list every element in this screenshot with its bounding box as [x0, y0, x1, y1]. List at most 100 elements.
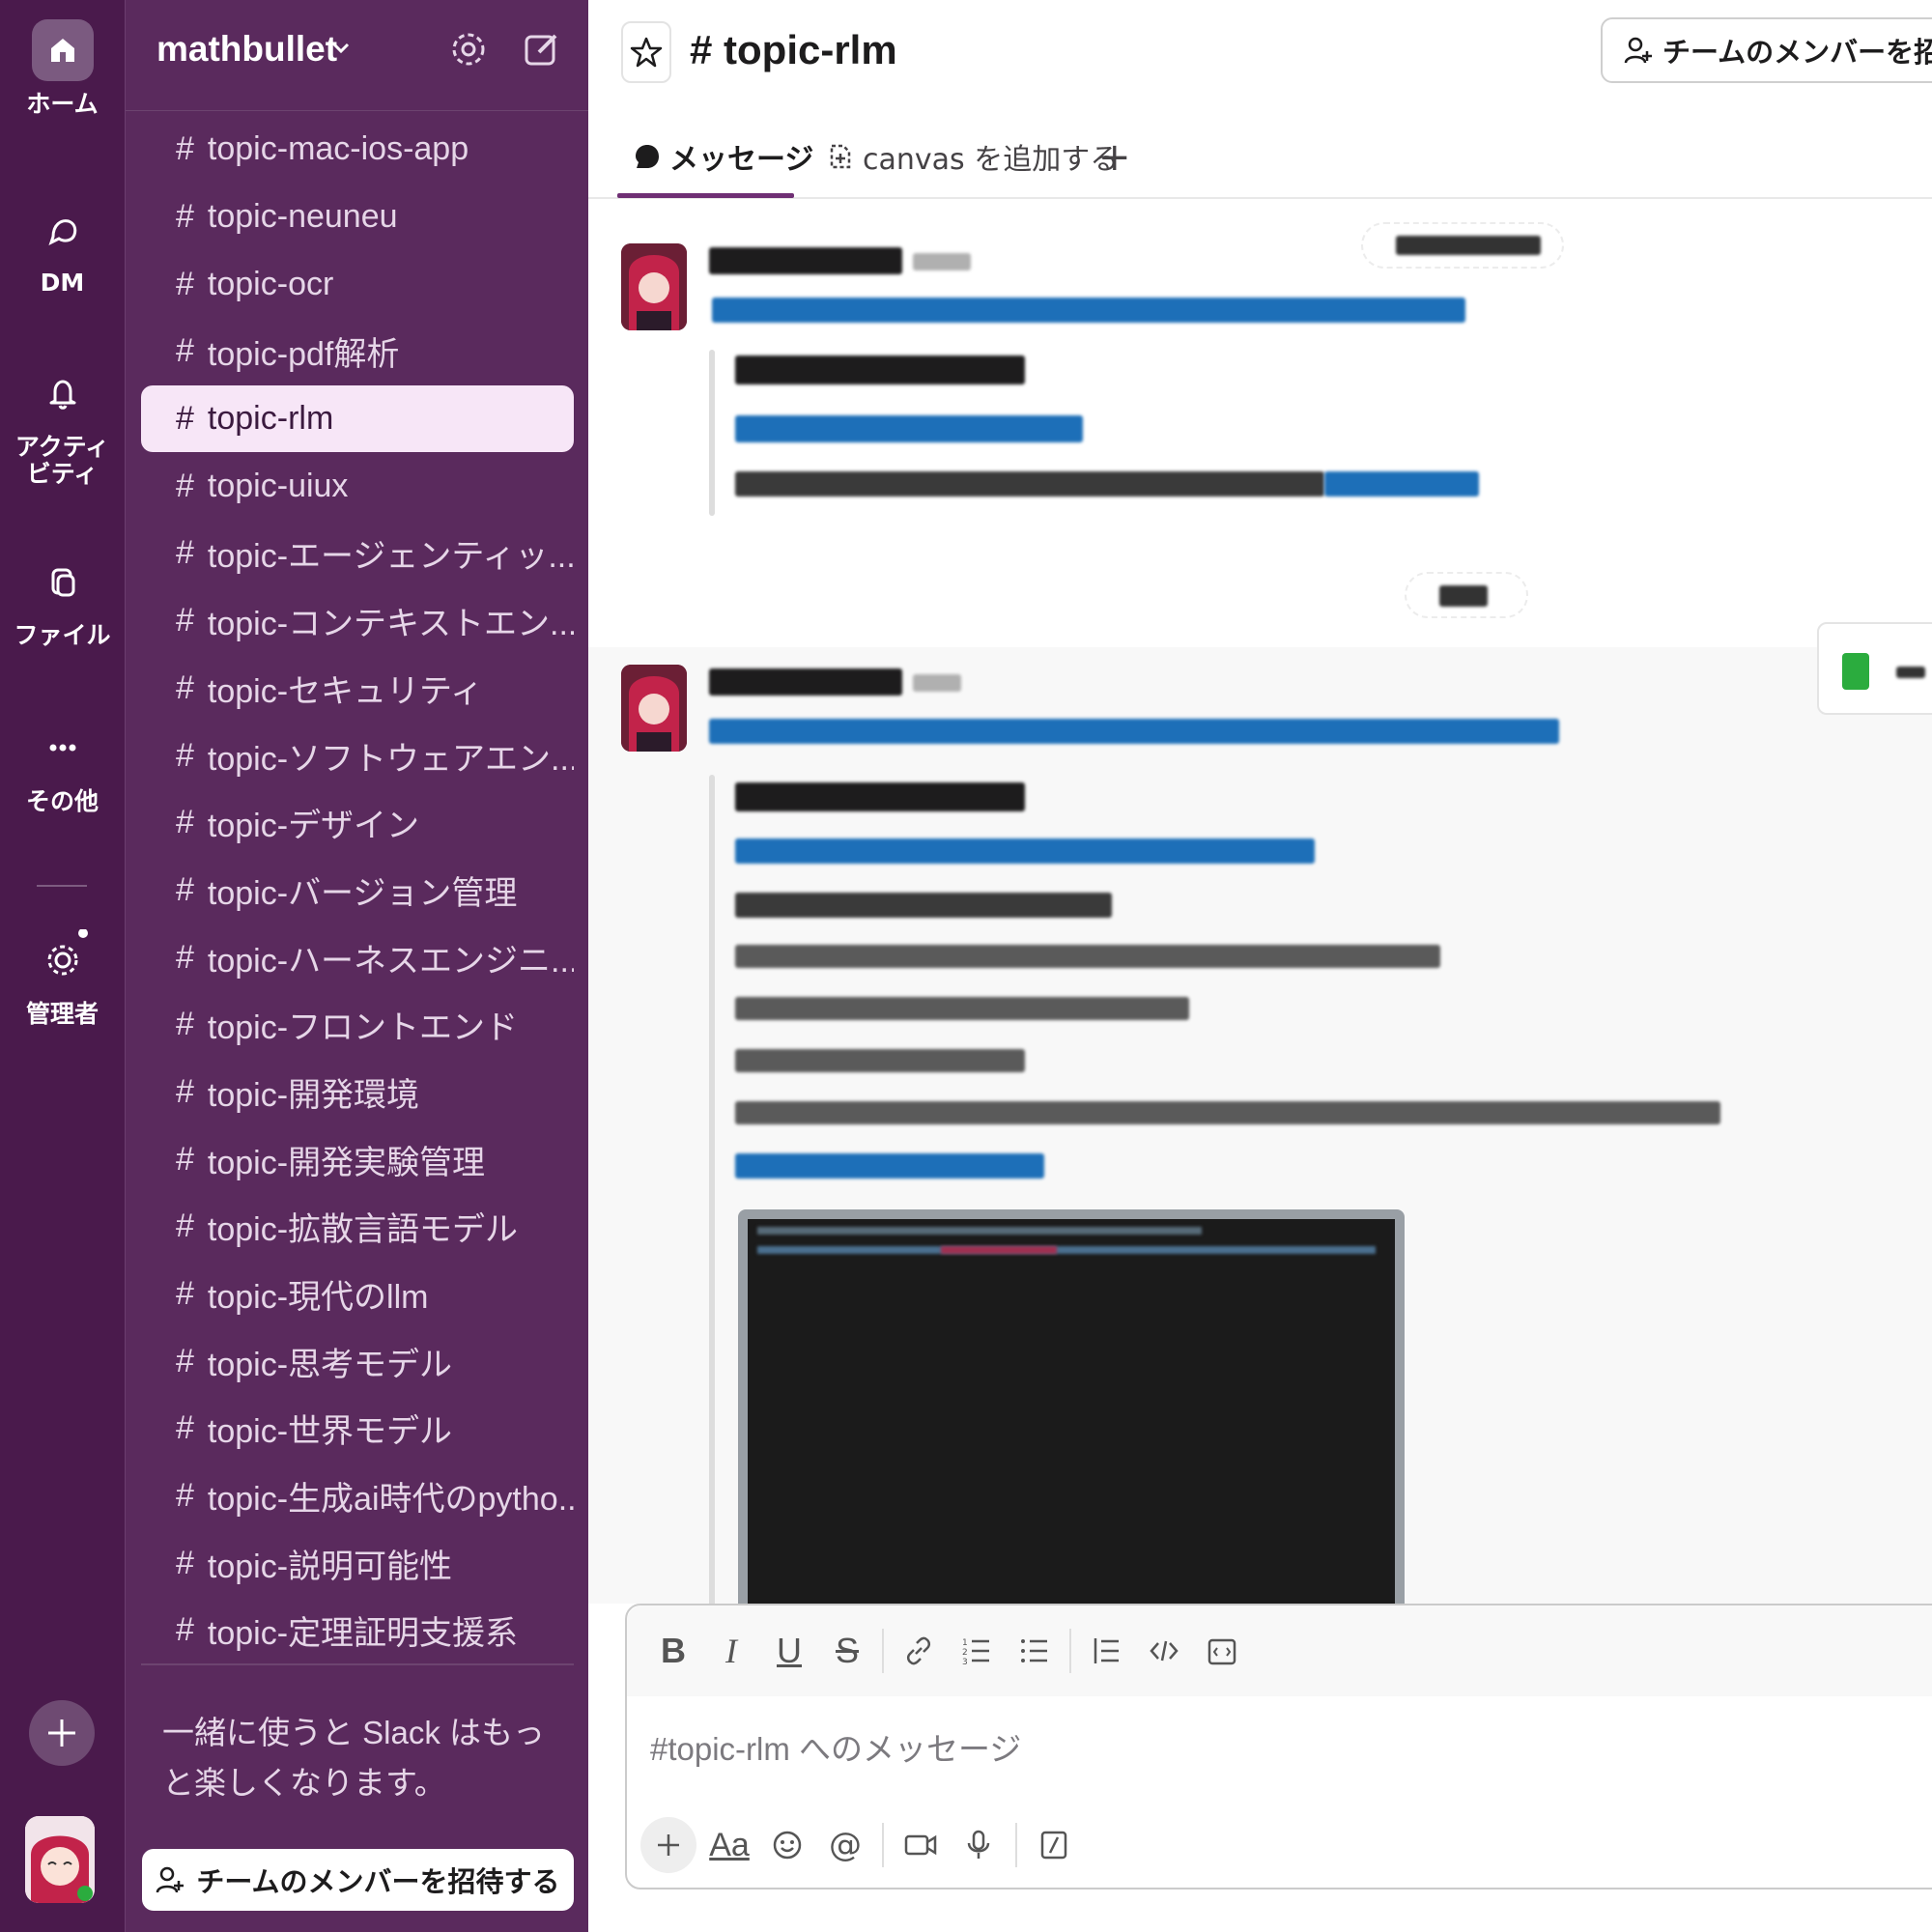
channel-hash-icon: # — [176, 198, 194, 236]
unfurl-image-preview[interactable] — [738, 1209, 1405, 1604]
rail-files[interactable]: ファイル — [0, 551, 125, 649]
strikethrough-icon[interactable]: S — [818, 1622, 876, 1680]
message-bubble-icon — [636, 145, 659, 168]
sidebar-channel-item[interactable]: # topic-生成ai時代のpytho... — [141, 1463, 574, 1530]
unfurl-quote-bar — [709, 775, 715, 1604]
formatting-toolbar: B I U S 123 — [627, 1605, 1932, 1696]
more-actions-icon[interactable] — [1896, 667, 1925, 678]
channel-title[interactable]: # topic-rlm — [690, 27, 897, 73]
unfurl-title — [735, 355, 1025, 384]
message-timestamp[interactable] — [913, 253, 971, 270]
unfurl-description-link[interactable] — [1324, 471, 1479, 497]
bold-icon[interactable]: B — [644, 1622, 702, 1680]
message-input[interactable]: #topic-rlm へのメッセージ — [650, 1723, 1021, 1770]
unfurl-more-link[interactable] — [735, 1153, 1044, 1179]
invite-members-button[interactable]: チームのメンバーを招待する — [142, 1849, 574, 1911]
compose-icon[interactable] — [522, 29, 562, 73]
rail-home[interactable]: ホーム — [0, 19, 125, 118]
microphone-icon[interactable] — [950, 1816, 1008, 1874]
date-divider-pill[interactable] — [1361, 222, 1564, 269]
sidebar-channel-item[interactable]: # topic-ソフトウェアエン... — [141, 722, 574, 789]
channel-hash-icon: # — [176, 265, 194, 302]
settings-gear-icon[interactable] — [448, 29, 489, 73]
blockquote-icon[interactable] — [1077, 1622, 1135, 1680]
code-block-icon[interactable] — [1193, 1622, 1251, 1680]
sidebar-channel-item[interactable]: # topic-定理証明支援系 — [141, 1597, 574, 1664]
attach-plus-icon[interactable] — [640, 1817, 696, 1873]
unfurl-link[interactable] — [735, 415, 1083, 442]
channel-name: topic-開発実験管理 — [207, 1144, 486, 1181]
rail-files-label: ファイル — [14, 621, 111, 649]
code-icon[interactable] — [1135, 1622, 1193, 1680]
channel-name: topic-思考モデル — [207, 1346, 453, 1383]
sidebar-channel-item[interactable]: # topic-セキュリティ — [141, 655, 574, 723]
rail-admin[interactable]: 管理者 — [0, 928, 125, 1028]
invite-members-header-button[interactable]: チームのメンバーを招待する — [1601, 17, 1932, 83]
channel-name: topic-世界モデル — [207, 1413, 453, 1451]
channel-name: topic-フロントエンド — [207, 1009, 519, 1047]
sidebar-channel-item[interactable]: # topic-開発実験管理 — [141, 1125, 574, 1193]
rail-dm[interactable]: DM — [0, 198, 125, 297]
underline-icon[interactable]: U — [760, 1622, 818, 1680]
star-channel-button[interactable] — [621, 21, 671, 83]
slash-command-icon[interactable] — [1025, 1816, 1083, 1874]
sidebar-channel-item[interactable]: # topic-思考モデル — [141, 1327, 574, 1395]
svg-text:2: 2 — [962, 1648, 968, 1658]
sidebar-channel-item[interactable]: # topic-デザイン — [141, 789, 574, 857]
unfurl-title — [735, 782, 1025, 811]
message-author[interactable] — [709, 668, 902, 696]
sidebar-channel-item[interactable]: # topic-ハーネスエンジニ... — [141, 923, 574, 991]
chevron-down-icon[interactable] — [330, 37, 352, 62]
message-avatar[interactable] — [621, 243, 687, 330]
ordered-list-icon[interactable]: 123 — [948, 1622, 1006, 1680]
sidebar-channel-item[interactable]: # topic-フロントエンド — [141, 991, 574, 1059]
unfurl-quote-bar — [709, 350, 715, 516]
emoji-icon[interactable] — [758, 1816, 816, 1874]
channel-hash-icon: # — [176, 668, 194, 706]
sidebar-channel-item[interactable]: # topic-pdf解析 — [141, 318, 574, 385]
unfurl-description-line — [735, 893, 1112, 918]
sidebar-channel-item[interactable]: # topic-mac-ios-app — [141, 116, 574, 184]
rail-more[interactable]: その他 — [0, 717, 125, 815]
svg-text:1: 1 — [962, 1638, 968, 1648]
bulleted-list-icon[interactable] — [1006, 1622, 1064, 1680]
channel-hash-icon: # — [176, 1275, 194, 1313]
message-timestamp[interactable] — [913, 674, 961, 692]
add-workspace-button[interactable] — [29, 1700, 95, 1766]
message-actions-toolbar[interactable] — [1817, 622, 1932, 715]
sidebar-channel-item[interactable]: # topic-uiux — [141, 452, 574, 520]
sidebar-channel-item[interactable]: # topic-現代のllm — [141, 1261, 574, 1328]
channel-sidebar: mathbullet # topic-mac-ios-app # topic-neun… — [125, 0, 589, 1932]
tab-messages-label: メッセージ — [669, 143, 814, 177]
emoji-reaction-icon[interactable] — [1842, 653, 1869, 690]
message-avatar[interactable] — [621, 665, 687, 752]
tab-add-canvas[interactable]: canvas を追加する — [826, 135, 1119, 178]
sidebar-channel-item[interactable]: # topic-neuneu — [141, 184, 574, 251]
mention-icon[interactable]: @ — [816, 1816, 874, 1874]
rail-activity[interactable]: アクティ ビティ — [0, 362, 125, 488]
italic-icon[interactable]: I — [702, 1622, 760, 1680]
user-avatar[interactable] — [25, 1816, 95, 1903]
sidebar-channel-item[interactable]: # topic-rlm — [141, 384, 574, 453]
sidebar-channel-item[interactable]: # topic-拡散言語モデル — [141, 1193, 574, 1261]
sidebar-channel-item[interactable]: # topic-説明可能性 — [141, 1529, 574, 1597]
unfurl-link[interactable] — [735, 838, 1315, 864]
message-link[interactable] — [709, 719, 1559, 744]
sidebar-channel-item[interactable]: # topic-コンテキストエン... — [141, 587, 574, 655]
reaction-pill[interactable] — [1405, 572, 1528, 618]
channel-hash-icon: # — [176, 534, 194, 572]
text-format-icon[interactable]: Aa — [700, 1816, 758, 1874]
message-link[interactable] — [712, 298, 1465, 323]
sidebar-channel-item[interactable]: # topic-ocr — [141, 250, 574, 318]
message-author[interactable] — [709, 247, 902, 274]
sidebar-channel-item[interactable]: # topic-開発環境 — [141, 1059, 574, 1126]
sidebar-channel-item[interactable]: # topic-世界モデル — [141, 1395, 574, 1463]
sidebar-channel-item[interactable]: # topic-エージェンティッ... — [141, 520, 574, 587]
channel-name: topic-コンテキストエン... — [207, 606, 574, 643]
workspace-name[interactable]: mathbullet — [156, 29, 337, 70]
sidebar-channel-item[interactable]: # topic-バージョン管理 — [141, 857, 574, 924]
video-icon[interactable] — [892, 1816, 950, 1874]
link-icon[interactable] — [890, 1622, 948, 1680]
tab-messages[interactable]: メッセージ — [633, 135, 813, 178]
add-tab-button[interactable]: + — [1098, 135, 1131, 180]
